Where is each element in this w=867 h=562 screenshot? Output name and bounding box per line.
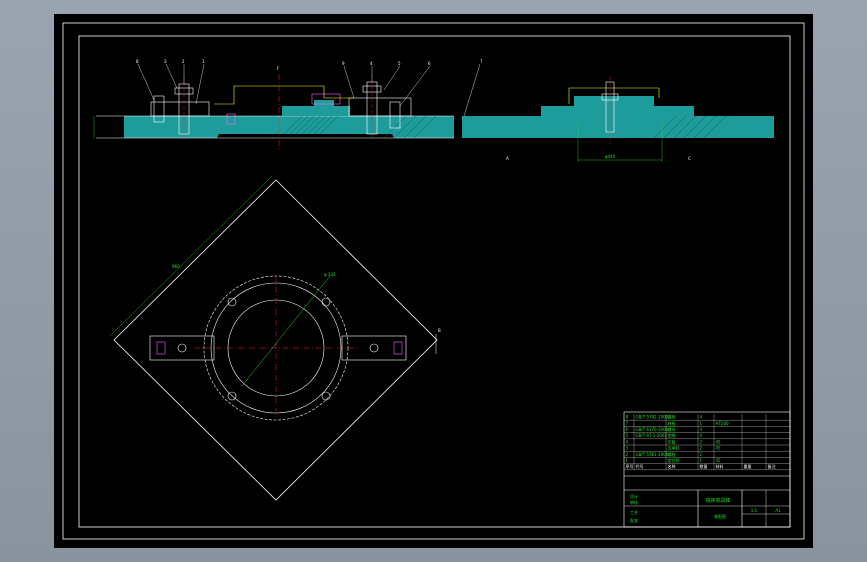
parts-header-cell: 名称 — [668, 463, 676, 469]
balloon-8: 8 — [136, 59, 139, 64]
drawing-name: 铣床夹具体 — [705, 497, 730, 504]
parts-row-cell: 2 — [626, 452, 629, 457]
diamond-base-outline — [113, 179, 438, 501]
parts-row-cell: 1 — [700, 421, 703, 426]
field-reviewer: 审核 — [630, 499, 638, 505]
parts-row-cell: 2 — [700, 446, 703, 451]
parts-header-cell: 备注 — [768, 463, 776, 469]
right-section-note-right: C — [688, 156, 691, 161]
bolt-circle-label: φ 330 — [324, 272, 336, 277]
left-clamp-plate — [150, 101, 210, 117]
field-approver: 批准 — [630, 517, 638, 523]
field-process: 工艺 — [630, 510, 638, 515]
right-clamp-bolt — [369, 343, 379, 353]
parts-header-cell: 代号 — [636, 463, 644, 469]
balloon-4: 4 — [370, 61, 373, 66]
right-section-note-left: A — [506, 156, 509, 161]
parts-row-cell: 4 — [700, 415, 703, 420]
parts-row-cell: 1 — [700, 458, 703, 463]
parts-row-cell: 定位销 — [668, 457, 680, 463]
plan-view: 960 φ 330 B — [109, 175, 441, 501]
parts-header-cell: 材料 — [716, 463, 724, 469]
bolt-hole — [321, 391, 331, 401]
parts-row-cell: 45 — [716, 446, 722, 451]
left-support-plan — [156, 341, 166, 355]
bolt-hole — [321, 297, 331, 307]
parts-row-cell: 支承钉 — [668, 445, 680, 451]
balloon-9: 9 — [342, 61, 345, 66]
parts-row-cell: 4 — [700, 433, 703, 438]
left-section-view: 8 3 2 1 9 4 5 6 F — [93, 59, 454, 149]
parts-list: 8 GB/T 5782-2000 螺栓 47 底板 1 HT2006 GB/T 6170-20… — [624, 414, 790, 470]
balloon-6: 6 — [428, 61, 431, 66]
parts-header-cell: 序号 — [626, 463, 634, 469]
cad-drawing-sheet[interactable]: 8 3 2 1 9 4 5 6 F φ440 7 A C 960 φ 330 B… — [54, 14, 813, 548]
parts-row-cell: 垫圈 — [668, 432, 676, 438]
balloon-2: 2 — [182, 59, 185, 64]
balloon-1: 1 — [202, 59, 205, 64]
parts-row-cell: GB/T 97.1-2002 — [636, 433, 668, 438]
bolt-circle-diameter-line — [241, 275, 331, 387]
company-name: 装配图 — [714, 513, 726, 519]
parts-row-cell: GB/T 5782-2000 — [636, 415, 669, 420]
section-axis-label: F — [277, 66, 280, 71]
base-plate-section — [124, 116, 454, 138]
field-designer: 设计 — [630, 493, 638, 499]
parts-row-cell: 1 — [626, 458, 629, 463]
balloon-7: 7 — [480, 59, 483, 64]
parts-row-cell: 4 — [700, 427, 703, 432]
parts-header-cell: 数量 — [700, 463, 708, 469]
parts-row-cell: 8 — [626, 415, 629, 420]
parts-row-cell: 7 — [626, 421, 629, 426]
right-section-view: φ440 7 A C — [462, 59, 774, 162]
bolt-hole — [227, 297, 237, 307]
diagonal-dimension-line — [109, 175, 273, 337]
section-mark-label: B — [438, 328, 441, 333]
balloon-5: 5 — [398, 61, 401, 66]
left-clamp-bolt — [177, 343, 187, 353]
parts-row-cell: 45 — [716, 439, 722, 444]
parts-row-cell: 45 — [716, 458, 722, 463]
right-boss — [541, 96, 694, 116]
parts-row-cell: 压板 — [668, 438, 676, 444]
right-base-plate — [462, 116, 774, 138]
parts-row-cell: 2 — [700, 439, 703, 444]
parts-row-cell: 底板 — [668, 420, 676, 426]
parts-row-cell: 5 — [626, 433, 629, 438]
balloon-3: 3 — [164, 59, 167, 64]
parts-row-cell: 4 — [626, 439, 629, 444]
parts-row-cell: GB/T 5781-2000 — [636, 452, 669, 457]
parts-row-cell: 螺栓 — [668, 414, 676, 420]
balloon-7-leader — [463, 63, 481, 117]
right-clamp-plate — [348, 97, 412, 117]
parts-row-cell: HT200 — [716, 421, 730, 426]
title-block: 8 GB/T 5782-2000 螺栓 47 底板 1 HT2006 GB/T 6170-20… — [623, 411, 791, 528]
scale-value: 1:1 — [751, 508, 758, 513]
parts-row-cell: 6 — [626, 427, 629, 432]
parts-row-cell: GB/T 6170-2000 — [636, 427, 669, 432]
diagonal-dimension-text: 960 — [172, 264, 180, 269]
right-support-plan — [393, 341, 403, 355]
parts-row-cell: 3 — [626, 446, 629, 451]
parts-row-cell: 2 — [700, 452, 703, 457]
parts-row-cell: 螺栓 — [668, 451, 676, 457]
cad-drawing-viewport[interactable]: 8 3 2 1 9 4 5 6 F φ440 7 A C 960 φ 330 B… — [54, 14, 813, 548]
sheet-size: A1 — [775, 508, 781, 513]
parts-header-cell: 重量 — [744, 463, 752, 469]
diameter-dimension-text: φ440 — [605, 154, 616, 159]
parts-row-cell: 螺母 — [668, 426, 676, 432]
